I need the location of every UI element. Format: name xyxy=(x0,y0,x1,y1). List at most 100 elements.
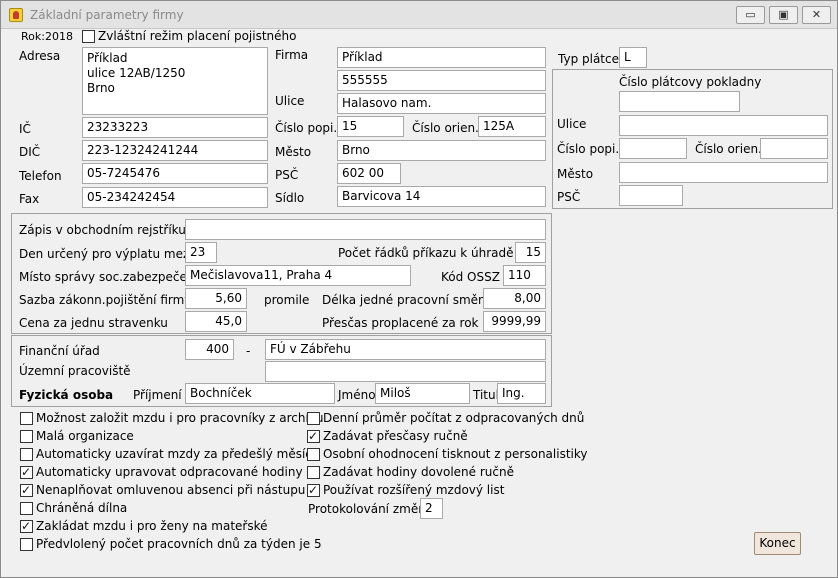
left-option-checkbox-label-1: Možnost založit mzdu i pro pracovníky z … xyxy=(36,411,324,425)
left-option-checkbox-2[interactable] xyxy=(20,430,33,443)
right-option-checkbox-4[interactable] xyxy=(307,466,320,479)
right-option-checkbox-5[interactable] xyxy=(307,482,320,498)
right-option-checkbox-3[interactable] xyxy=(307,448,320,461)
payer-type-label: Typ plátce xyxy=(558,52,619,66)
address-field[interactable]: Příklad ulice 12AB/1250 Brno xyxy=(82,47,268,115)
right-option-checkbox-1[interactable] xyxy=(307,412,320,425)
payer-city-label: Město xyxy=(557,167,594,181)
left-option-checkbox-8[interactable] xyxy=(20,538,33,551)
right-option-checkbox-label-2: Zadávat přesčasy ručně xyxy=(323,429,468,443)
surname-field[interactable]: Bochníček xyxy=(185,383,335,404)
left-option-checkbox-5[interactable] xyxy=(20,482,33,498)
meal-price-label: Cena za jednu stravenku xyxy=(19,316,168,330)
payday-label: Den určený pro výplatu mezd xyxy=(19,247,197,261)
seat-label: Sídlo xyxy=(275,191,305,205)
ic-label: IČ xyxy=(19,122,31,136)
title-label: Titul xyxy=(473,388,499,402)
street-field[interactable]: Halasovo nam. xyxy=(337,93,546,114)
protocol-label: Protokolování změn xyxy=(308,502,426,516)
overtime-label: Přesčas proplacené za rok xyxy=(322,316,479,330)
right-option-checkbox-label-5: Používat rozšířený mzdový list xyxy=(323,483,505,497)
tax-office-dash: - xyxy=(246,344,251,358)
first-name-label: Jméno xyxy=(338,388,376,402)
title-field[interactable]: Ing. xyxy=(497,383,546,404)
payer-city-field[interactable] xyxy=(619,162,828,183)
insurance-rate-field[interactable]: 5,60 xyxy=(185,288,247,309)
app-icon xyxy=(9,8,23,22)
payer-orient-label: Číslo orien.. xyxy=(695,142,766,156)
workplace-field[interactable] xyxy=(265,361,546,382)
left-option-checkbox-label-7: Zakládat mzdu i pro ženy na mateřské xyxy=(36,519,268,533)
close-window-button[interactable]: ✕ xyxy=(802,6,831,24)
left-option-checkbox-label-8: Předvlolený počet pracovních dnů za týde… xyxy=(36,537,322,551)
registry-record-field[interactable] xyxy=(185,219,546,240)
firm-field-2[interactable]: 555555 xyxy=(337,70,546,91)
ossz-field[interactable]: 110 xyxy=(503,265,546,286)
left-option-checkbox-4[interactable] xyxy=(20,464,33,480)
year-label: Rok:2018 xyxy=(21,30,73,43)
payer-house-field[interactable] xyxy=(619,138,687,159)
orient-number-field[interactable]: 125A xyxy=(478,116,546,137)
cashier-number-field[interactable] xyxy=(619,91,740,112)
seat-field[interactable]: Barvicova 14 xyxy=(337,186,546,207)
dic-label: DIČ xyxy=(19,145,41,159)
left-option-checkbox-label-6: Chráněná dílna xyxy=(36,501,128,515)
minimize-button[interactable]: ▭ xyxy=(736,6,765,24)
zip-label: PSČ xyxy=(275,168,299,182)
main-window: Základní parametry firmy ▭ ▣ ✕ Rok:2018 … xyxy=(0,0,838,578)
first-name-field[interactable]: Miloš xyxy=(375,383,470,404)
orient-number-label: Číslo orien.. xyxy=(412,121,483,135)
insurance-rate-unit: promile xyxy=(264,293,310,307)
left-option-checkbox-6[interactable] xyxy=(20,502,33,515)
phone-field[interactable]: 05-7245476 xyxy=(82,163,268,184)
payer-type-field[interactable]: L xyxy=(619,47,647,68)
ic-field[interactable]: 23233223 xyxy=(82,117,268,138)
insurance-rate-label: Sazba zákonn.pojištění firmy xyxy=(19,293,192,307)
city-label: Město xyxy=(275,145,312,159)
cashier-number-label: Číslo plátcovy pokladny xyxy=(619,75,762,89)
tax-office-code-field[interactable]: 400 xyxy=(185,339,234,360)
left-option-checkbox-label-5: Nenaplňovat omluvenou absenci při nástup… xyxy=(36,483,306,497)
window-title: Základní parametry firmy xyxy=(30,8,184,22)
ossz-label: Kód OSSZ xyxy=(441,270,500,284)
overtime-field[interactable]: 9999,99 xyxy=(483,311,546,332)
payer-orient-field[interactable] xyxy=(760,138,828,159)
person-label: Fyzická osoba xyxy=(19,388,114,402)
payer-zip-field[interactable] xyxy=(619,185,683,206)
shift-length-label: Délka jedné pracovní směny xyxy=(322,293,493,307)
protocol-field[interactable]: 2 xyxy=(420,498,443,519)
special-mode-label: Zvláštní režim placení pojistného xyxy=(98,29,297,43)
zip-field[interactable]: 602 00 xyxy=(337,163,401,184)
firm-field-1[interactable]: Příklad xyxy=(337,47,546,68)
house-number-field[interactable]: 15 xyxy=(337,116,404,137)
street-label: Ulice xyxy=(275,94,305,108)
fax-field[interactable]: 05-234242454 xyxy=(82,187,268,208)
social-office-label: Místo správy soc.zabezpečení xyxy=(19,270,198,284)
payer-house-label: Číslo popi. xyxy=(557,142,620,156)
left-option-checkbox-label-3: Automaticky uzavírat mzdy za předešlý mě… xyxy=(36,447,312,461)
payday-field[interactable]: 23 xyxy=(185,242,217,263)
left-option-checkbox-3[interactable] xyxy=(20,448,33,461)
dic-field[interactable]: 223-12324241244 xyxy=(82,140,268,161)
right-option-checkbox-label-4: Zadávat hodiny dovolené ručně xyxy=(323,465,514,479)
rows-label: Počet řádků příkazu k úhradě xyxy=(338,246,514,260)
title-bar: Základní parametry firmy ▭ ▣ ✕ xyxy=(1,1,837,29)
left-option-checkbox-1[interactable] xyxy=(20,412,33,425)
address-label: Adresa xyxy=(19,49,61,63)
rows-field[interactable]: 15 xyxy=(515,242,546,263)
surname-label: Příjmení xyxy=(133,388,182,402)
right-option-checkbox-label-1: Denní průměr počítat z odpracovaných dnů xyxy=(323,411,585,425)
shift-length-field[interactable]: 8,00 xyxy=(483,288,546,309)
left-option-checkbox-7[interactable] xyxy=(20,518,33,534)
special-mode-checkbox[interactable] xyxy=(82,30,95,43)
right-option-checkbox-label-3: Osobní ohodnocení tisknout z personalist… xyxy=(323,447,588,461)
social-office-field[interactable]: Mečislavova11, Praha 4 xyxy=(185,265,411,286)
meal-price-field[interactable]: 45,0 xyxy=(185,311,247,332)
right-option-checkbox-2[interactable] xyxy=(307,428,320,444)
tax-office-name-field[interactable]: FÚ v Zábřehu xyxy=(265,339,546,360)
maximize-button[interactable]: ▣ xyxy=(769,6,798,24)
city-field[interactable]: Brno xyxy=(337,140,546,161)
payer-street-field[interactable] xyxy=(619,115,828,136)
close-button[interactable]: Konec xyxy=(754,532,801,555)
tax-office-label: Finanční úřad xyxy=(19,344,100,358)
